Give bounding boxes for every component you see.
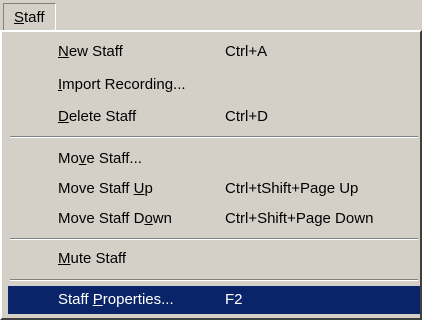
screen: Staff New Staff Ctrl+A Import Recording.… — [0, 0, 422, 320]
menu-staff[interactable]: Staff — [3, 3, 56, 30]
menu-item-move-staff-down[interactable]: Move Staff Down Ctrl+Shift+Page Down — [8, 205, 420, 233]
menu-item-shortcut: Ctrl+D — [225, 108, 268, 125]
menu-item-label: Move Staff... — [58, 150, 142, 167]
menu-item-label: Staff Properties... — [58, 291, 174, 308]
menu-separator — [10, 279, 418, 281]
menu-item-move-staff-up[interactable]: Move Staff Up Ctrl+tShift+Page Up — [8, 175, 420, 203]
menu-item-delete-staff[interactable]: Delete Staff Ctrl+D — [8, 103, 420, 131]
menu-item-label: Move Staff Down — [58, 210, 172, 227]
menu-item-label: Delete Staff — [58, 108, 137, 125]
menu-item-shortcut: F2 — [225, 291, 243, 308]
menu-item-shortcut: Ctrl+A — [225, 43, 268, 60]
menu-item-label: Mute Staff — [58, 250, 127, 267]
menu-item-shortcut: Ctrl+tShift+Page Up — [225, 180, 359, 197]
menu-staff-label: taff — [24, 9, 45, 26]
menu-item-label: Import Recording... — [58, 76, 186, 93]
menu-item-staff-properties[interactable]: Staff Properties... F2 — [8, 286, 420, 314]
staff-dropdown-menu: New Staff Ctrl+A Import Recording... Del… — [0, 30, 422, 320]
menu-item-shortcut: Ctrl+Shift+Page Down — [225, 210, 374, 227]
menu-item-label: Move Staff Up — [58, 180, 153, 197]
menu-staff-mnemonic: S — [14, 9, 25, 26]
menu-item-mute-staff[interactable]: Mute Staff — [8, 245, 420, 273]
menu-bar: Staff — [0, 0, 422, 30]
menu-separator — [10, 238, 418, 240]
menu-item-label: New Staff — [58, 43, 123, 60]
menu-separator — [10, 136, 418, 138]
menu-item-new-staff[interactable]: New Staff Ctrl+A — [8, 38, 420, 66]
menu-item-import-recording[interactable]: Import Recording... — [8, 71, 420, 99]
menu-item-move-staff[interactable]: Move Staff... — [8, 145, 420, 173]
